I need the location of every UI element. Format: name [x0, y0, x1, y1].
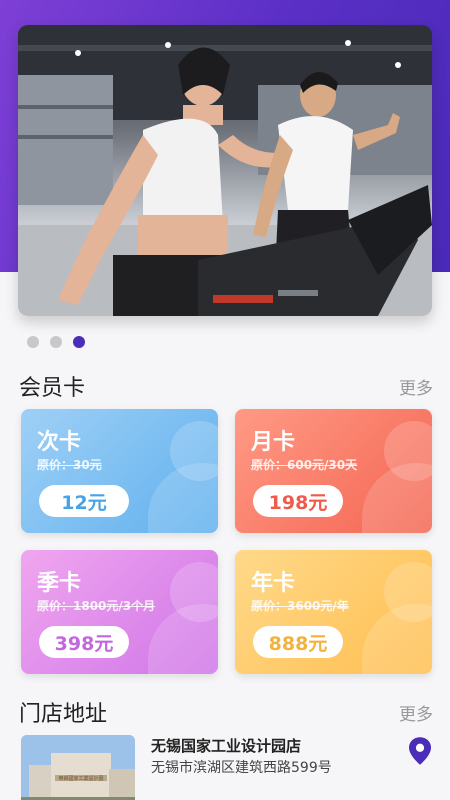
- stores-more-link[interactable]: 更多: [399, 700, 433, 725]
- membership-card-season[interactable]: 季卡 原价：1800元/3个月 398元: [21, 550, 218, 674]
- carousel-dot-active[interactable]: [73, 336, 85, 348]
- card-original-price: 原价：600元/30天: [251, 458, 358, 472]
- card-original-price: 原价：30元: [37, 458, 102, 472]
- card-decoration: [362, 463, 432, 533]
- card-decoration: [148, 604, 218, 674]
- membership-card-month[interactable]: 月卡 原价：600元/30天 198元: [235, 409, 432, 533]
- card-name: 年卡: [251, 571, 296, 596]
- card-price[interactable]: 888元: [253, 626, 343, 658]
- building-image: 無錫國家工業設計園: [21, 735, 135, 800]
- membership-card-single[interactable]: 次卡 原价：30元 12元: [21, 409, 218, 533]
- stores-section-title: 门店地址: [19, 702, 108, 727]
- membership-card-year[interactable]: 年卡 原价：3600元/年 888元: [235, 550, 432, 674]
- card-name: 月卡: [251, 430, 296, 455]
- store-list-item[interactable]: 無錫國家工業設計園 无锡国家工业设计园店 无锡市滨湖区建筑西路599号: [21, 735, 433, 800]
- card-original-price: 原价：1800元/3个月: [37, 599, 156, 613]
- building-sign: 無錫國家工業設計園: [58, 775, 103, 782]
- card-price[interactable]: 12元: [39, 485, 129, 517]
- store-address: 无锡市滨湖区建筑西路599号: [151, 760, 332, 776]
- gym-photo: [18, 25, 432, 316]
- location-pin-icon[interactable]: [409, 737, 431, 765]
- membership-more-link[interactable]: 更多: [399, 374, 433, 399]
- card-original-price: 原价：3600元/年: [251, 599, 349, 613]
- store-photo: 無錫國家工業設計園: [21, 735, 135, 800]
- carousel-dot[interactable]: [50, 336, 62, 348]
- carousel-indicator[interactable]: [27, 336, 85, 348]
- card-decoration: [148, 463, 218, 533]
- card-price[interactable]: 198元: [253, 485, 343, 517]
- card-price[interactable]: 398元: [39, 626, 129, 658]
- membership-section-title: 会员卡: [19, 376, 86, 401]
- card-name: 季卡: [37, 571, 82, 596]
- card-decoration: [362, 604, 432, 674]
- card-name: 次卡: [37, 430, 82, 455]
- store-name: 无锡国家工业设计园店: [151, 737, 302, 755]
- carousel-dot[interactable]: [27, 336, 39, 348]
- banner-image[interactable]: [18, 25, 432, 316]
